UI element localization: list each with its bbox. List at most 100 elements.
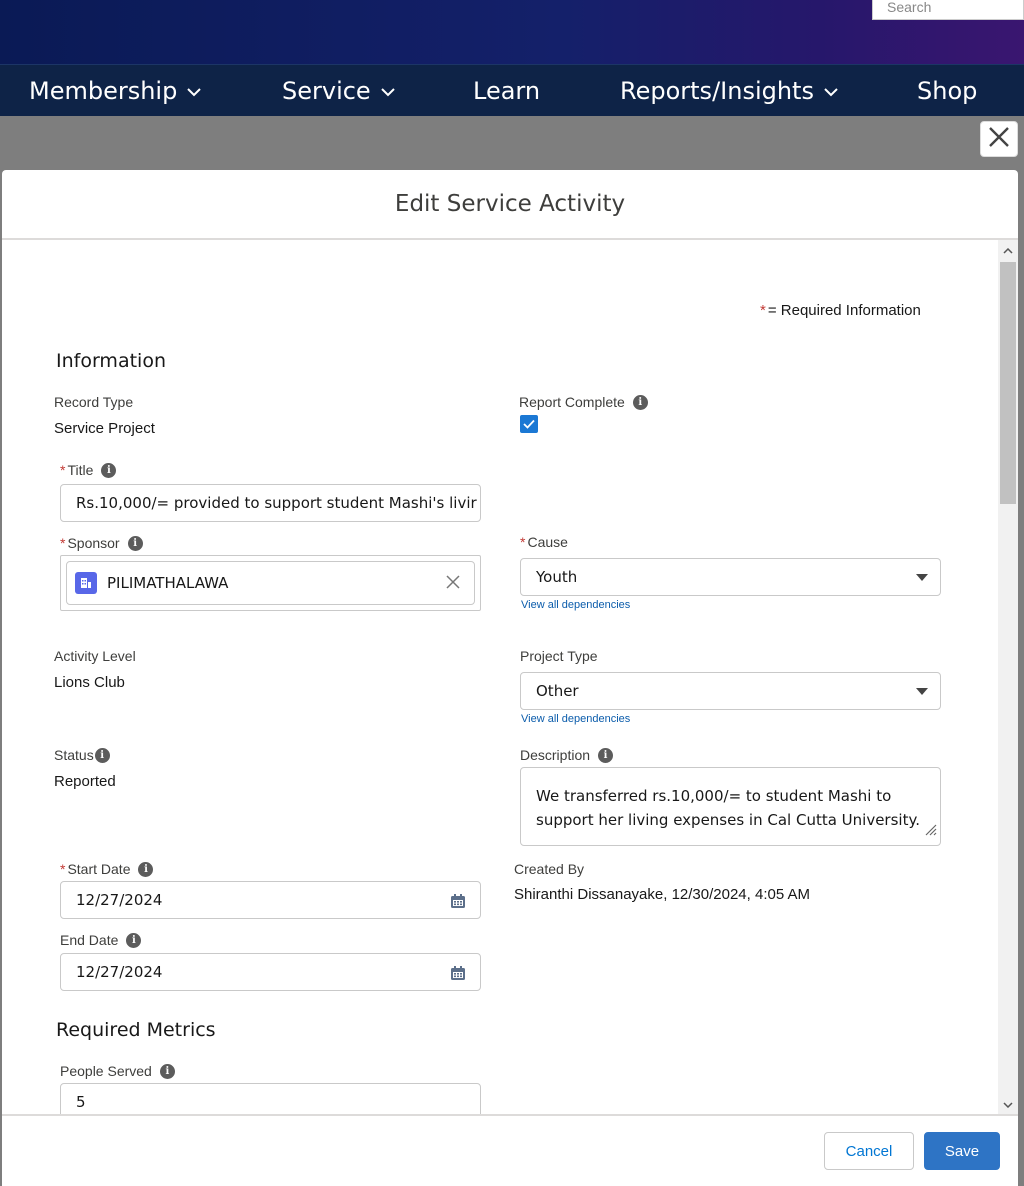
start-date-input[interactable]: 12/27/2024 — [60, 881, 481, 919]
record-type-label: Record Type — [54, 394, 134, 410]
info-icon[interactable]: i — [632, 394, 648, 410]
end-date-value: 12/27/2024 — [76, 963, 163, 981]
start-date-label: * Start Date i — [60, 861, 154, 877]
calendar-icon[interactable] — [450, 893, 466, 913]
project-type-select-value: Other — [536, 682, 579, 700]
sponsor-value: PILIMATHALAWA — [107, 574, 229, 592]
scroll-up-icon[interactable] — [998, 242, 1018, 260]
chevron-down-icon — [187, 82, 202, 101]
activity-level-value: Lions Club — [54, 674, 125, 691]
nav-item-shop[interactable]: Shop — [917, 65, 977, 117]
info-icon[interactable]: i — [598, 747, 614, 763]
sponsor-selected-pill[interactable]: PILIMATHALAWA — [66, 561, 475, 605]
title-label: * Title i — [60, 462, 117, 478]
title-input-value: Rs.10,000/= provided to support student … — [76, 494, 477, 512]
calendar-icon[interactable] — [450, 965, 466, 985]
top-banner: Search — [0, 0, 1024, 64]
nav-label: Reports/Insights — [620, 77, 814, 105]
report-complete-label: Report Complete i — [519, 394, 648, 410]
end-date-label: End Date i — [60, 932, 142, 948]
info-icon[interactable]: i — [101, 462, 117, 478]
nav-item-membership[interactable]: Membership — [29, 65, 202, 117]
record-type-value: Service Project — [54, 420, 155, 437]
modal-scrollbar[interactable] — [998, 240, 1018, 1116]
info-icon[interactable]: i — [127, 535, 143, 551]
project-type-label: Project Type — [520, 648, 598, 664]
save-button[interactable]: Save — [924, 1132, 1000, 1170]
sponsor-lookup: PILIMATHALAWA — [60, 555, 481, 611]
required-mark: * — [760, 302, 766, 319]
sponsor-label-text: Sponsor — [67, 535, 120, 551]
main-nav: Membership Service Learn Reports/Insight… — [0, 64, 1024, 116]
checkmark-icon — [523, 419, 535, 429]
required-mark: * — [60, 535, 66, 551]
start-date-value: 12/27/2024 — [76, 891, 163, 909]
edit-service-activity-modal: Edit Service Activity * = Required Infor… — [2, 170, 1018, 1186]
cause-select-value: Youth — [536, 568, 578, 586]
modal-title: Edit Service Activity — [2, 170, 1018, 240]
cause-label: * Cause — [520, 534, 568, 550]
report-complete-checkbox[interactable] — [520, 415, 538, 433]
nav-label: Learn — [473, 77, 541, 105]
info-icon[interactable]: i — [138, 861, 154, 877]
info-icon[interactable]: i — [94, 747, 110, 763]
modal-title-text: Edit Service Activity — [394, 191, 626, 217]
people-served-value: 5 — [76, 1093, 86, 1111]
end-date-input[interactable]: 12/27/2024 — [60, 953, 481, 991]
required-mark: * — [520, 534, 526, 550]
start-date-label-text: Start Date — [67, 861, 131, 877]
end-date-label-text: End Date — [60, 932, 119, 948]
cancel-button[interactable]: Cancel — [824, 1132, 914, 1170]
description-label-text: Description — [520, 747, 591, 763]
nav-label: Shop — [917, 77, 978, 105]
nav-label: Membership — [29, 77, 178, 105]
nav-item-learn[interactable]: Learn — [473, 65, 540, 117]
people-served-label: People Served i — [60, 1063, 175, 1079]
chevron-down-icon — [824, 82, 838, 101]
created-by-value: Shiranthi Dissanayake, 12/30/2024, 4:05 … — [514, 886, 811, 903]
dropdown-arrow-icon — [916, 688, 928, 695]
cause-select[interactable]: Youth — [520, 558, 941, 596]
cause-label-text: Cause — [527, 534, 568, 550]
title-label-text: Title — [67, 462, 94, 478]
required-note-text: = Required Information — [767, 302, 921, 319]
created-by-label: Created By — [514, 861, 585, 877]
account-icon — [75, 572, 97, 594]
scroll-down-icon[interactable] — [998, 1096, 1018, 1114]
clear-icon[interactable] — [446, 575, 460, 593]
status-label: Status i — [54, 747, 110, 763]
description-textarea-value: We transferred rs.10,000/= to student Ma… — [536, 787, 920, 829]
required-mark: * — [60, 861, 66, 877]
report-complete-label-text: Report Complete — [519, 394, 625, 410]
section-required-metrics: Required Metrics — [56, 1019, 216, 1041]
search-input[interactable]: Search — [872, 0, 1024, 20]
nav-item-reports-insights[interactable]: Reports/Insights — [620, 65, 838, 117]
sponsor-label: * Sponsor i — [60, 535, 143, 551]
modal-footer: Cancel Save — [2, 1114, 1018, 1186]
section-information: Information — [56, 350, 166, 372]
project-type-view-dependencies-link[interactable]: View all dependencies — [521, 713, 630, 725]
status-label-text: Status — [54, 747, 94, 763]
description-textarea[interactable]: We transferred rs.10,000/= to student Ma… — [520, 767, 941, 846]
resize-handle-icon[interactable] — [923, 819, 937, 843]
people-served-label-text: People Served — [60, 1063, 152, 1079]
required-info-note: * = Required Information — [760, 302, 921, 319]
close-modal-button[interactable] — [980, 121, 1018, 157]
cause-view-dependencies-link[interactable]: View all dependencies — [521, 599, 630, 611]
chevron-down-icon — [380, 82, 395, 101]
info-icon[interactable]: i — [159, 1063, 175, 1079]
required-mark: * — [60, 462, 66, 478]
close-icon — [988, 126, 1010, 153]
dropdown-arrow-icon — [916, 574, 928, 581]
status-value: Reported — [54, 773, 116, 790]
nav-label: Service — [282, 77, 371, 105]
people-served-input[interactable]: 5 — [60, 1083, 481, 1116]
nav-item-service[interactable]: Service — [282, 65, 395, 117]
title-input[interactable]: Rs.10,000/= provided to support student … — [60, 484, 481, 522]
modal-body: * = Required Information Information Rec… — [2, 240, 1018, 1116]
description-label: Description i — [520, 747, 614, 763]
scrollbar-thumb[interactable] — [1000, 262, 1016, 504]
project-type-select[interactable]: Other — [520, 672, 941, 710]
activity-level-label: Activity Level — [54, 648, 136, 664]
info-icon[interactable]: i — [126, 932, 142, 948]
